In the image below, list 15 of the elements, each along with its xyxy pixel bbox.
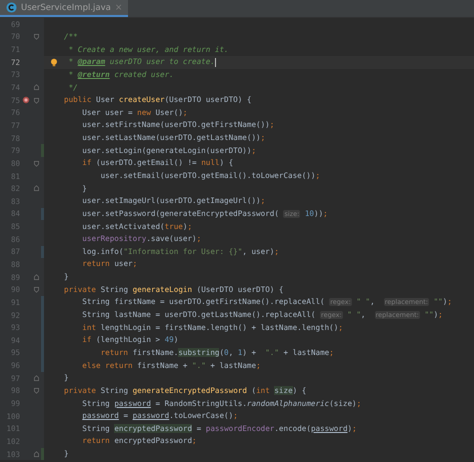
close-tab-button[interactable]: × [114, 2, 122, 12]
lightbulb-icon[interactable] [50, 58, 58, 67]
fold-marker-icon[interactable] [33, 387, 40, 394]
fold-end-icon[interactable] [33, 374, 40, 382]
fold-end-icon[interactable] [33, 274, 40, 281]
fold-marker-icon[interactable] [33, 286, 40, 294]
fold-marker-icon[interactable] [33, 96, 40, 104]
fold-end-icon[interactable] [33, 450, 40, 458]
fold-end-icon[interactable] [33, 84, 40, 92]
fold-end-icon[interactable] [33, 185, 40, 192]
class-file-icon [6, 2, 17, 13]
editor-tab[interactable]: UserServiceImpl.java × [0, 0, 128, 17]
fold-marker-icon[interactable] [33, 33, 40, 40]
fold-marker-icon[interactable] [33, 160, 40, 167]
method-marker-icon[interactable] [22, 96, 30, 104]
